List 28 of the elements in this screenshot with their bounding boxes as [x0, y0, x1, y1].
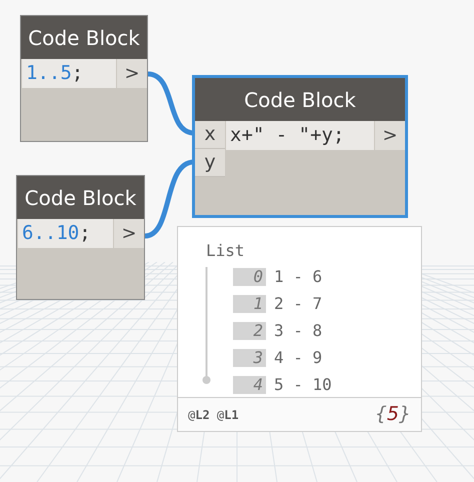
list-bracket-icon — [202, 267, 211, 385]
code-block-node[interactable]: Code Block 6..10; > — [16, 175, 145, 300]
list-header: List — [206, 240, 246, 262]
list-value: 2 - 7 — [274, 293, 322, 315]
list-index: 3 — [233, 349, 266, 367]
list-levels: @L2 @L1 — [188, 406, 239, 424]
output-port[interactable]: > — [375, 121, 405, 150]
node-title: Code Block — [195, 78, 405, 121]
node-title: Code Block — [17, 176, 144, 219]
code-block-node[interactable]: Code Block 1..5; > — [20, 15, 148, 142]
input-port[interactable]: y — [195, 149, 225, 177]
list-index: 2 — [233, 322, 266, 340]
item-count: {5} — [374, 402, 411, 428]
list-value: 4 - 9 — [274, 347, 322, 369]
list-value: 5 - 10 — [274, 374, 332, 396]
list-value: 3 - 8 — [274, 320, 322, 342]
code-editor[interactable]: 6..10; — [18, 219, 113, 248]
code-block-node[interactable]: Code Block x y x+" - "+y; > — [192, 75, 408, 218]
list-value: 1 - 6 — [274, 266, 322, 288]
output-port[interactable]: > — [114, 219, 144, 248]
input-port[interactable]: x — [195, 121, 225, 149]
list-index: 0 — [233, 268, 266, 286]
output-port[interactable]: > — [117, 59, 147, 88]
list-index: 1 — [233, 295, 266, 313]
node-title: Code Block — [21, 16, 147, 59]
list-index: 4 — [233, 376, 266, 394]
code-editor[interactable]: 1..5; — [22, 59, 116, 88]
code-editor[interactable]: x+" - "+y; — [226, 121, 374, 150]
